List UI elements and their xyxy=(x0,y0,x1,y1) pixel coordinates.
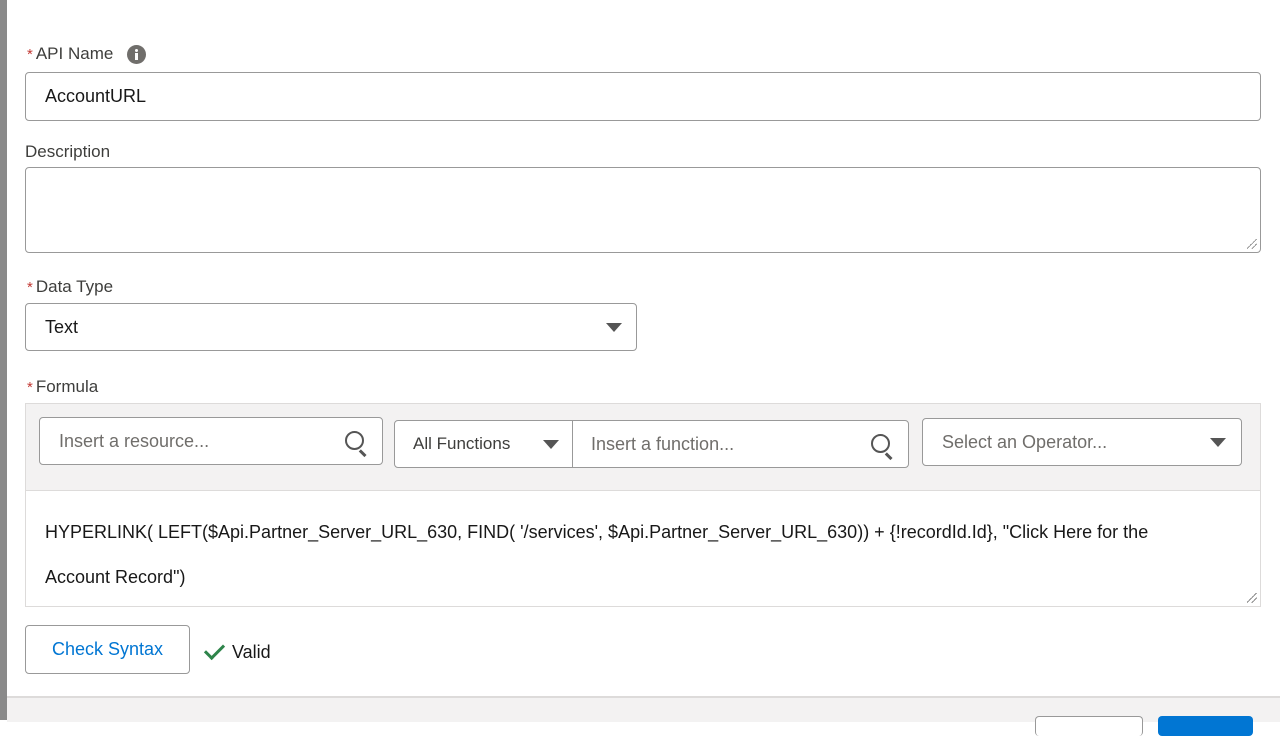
formula-line-1: HYPERLINK( LEFT($Api.Partner_Server_URL_… xyxy=(45,522,1149,542)
formula-editor: Insert a resource... All Functions Inser… xyxy=(25,403,1261,607)
modal-footer xyxy=(7,696,1280,736)
resize-handle-icon[interactable] xyxy=(1247,239,1257,249)
search-icon xyxy=(345,431,364,450)
description-label-text: Description xyxy=(25,142,111,161)
search-icon xyxy=(871,434,890,453)
info-icon[interactable] xyxy=(127,44,147,64)
data-type-label: * Data Type xyxy=(27,277,113,297)
api-name-input[interactable]: AccountURL xyxy=(25,72,1261,121)
operator-placeholder: Select an Operator... xyxy=(942,431,1108,452)
data-type-select[interactable]: Text xyxy=(25,303,637,351)
api-name-label: * API Name xyxy=(27,44,147,64)
formula-toolbar: Insert a resource... All Functions Inser… xyxy=(26,404,1260,491)
data-type-label-text: Data Type xyxy=(35,277,114,296)
description-label: Description xyxy=(25,142,110,162)
api-name-value: AccountURL xyxy=(45,86,147,106)
syntax-status-text: Valid xyxy=(232,642,271,662)
required-marker: * xyxy=(27,45,33,63)
function-category-select[interactable]: All Functions xyxy=(394,420,574,468)
backdrop-edge xyxy=(0,0,7,720)
resource-search-input[interactable]: Insert a resource... xyxy=(39,417,383,465)
resource-placeholder: Insert a resource... xyxy=(59,430,210,451)
done-button[interactable] xyxy=(1158,716,1253,736)
chevron-down-icon xyxy=(543,440,559,449)
resource-modal: * API Name AccountURL Description * Data… xyxy=(7,0,1280,736)
required-marker: * xyxy=(27,378,33,396)
operator-select[interactable]: Select an Operator... xyxy=(922,418,1242,466)
data-type-selected: Text xyxy=(45,316,79,337)
function-placeholder: Insert a function... xyxy=(591,433,735,454)
description-textarea[interactable] xyxy=(25,167,1261,253)
formula-textarea[interactable]: HYPERLINK( LEFT($Api.Partner_Server_URL_… xyxy=(45,510,1220,600)
chevron-down-icon xyxy=(1210,438,1226,447)
api-name-label-text: API Name xyxy=(35,44,114,63)
formula-label-text: Formula xyxy=(35,377,99,396)
resize-handle-icon[interactable] xyxy=(1247,593,1257,603)
formula-label: * Formula xyxy=(27,377,98,397)
check-syntax-button[interactable]: Check Syntax xyxy=(25,625,190,674)
function-search-input[interactable]: Insert a function... xyxy=(572,420,909,468)
chevron-down-icon xyxy=(606,323,622,332)
cancel-button[interactable] xyxy=(1035,716,1143,736)
syntax-status: Valid xyxy=(203,638,271,665)
checkmark-icon xyxy=(203,638,226,661)
function-category-value: All Functions xyxy=(413,434,511,453)
required-marker: * xyxy=(27,278,33,296)
formula-line-2: Account Record") xyxy=(45,567,186,587)
